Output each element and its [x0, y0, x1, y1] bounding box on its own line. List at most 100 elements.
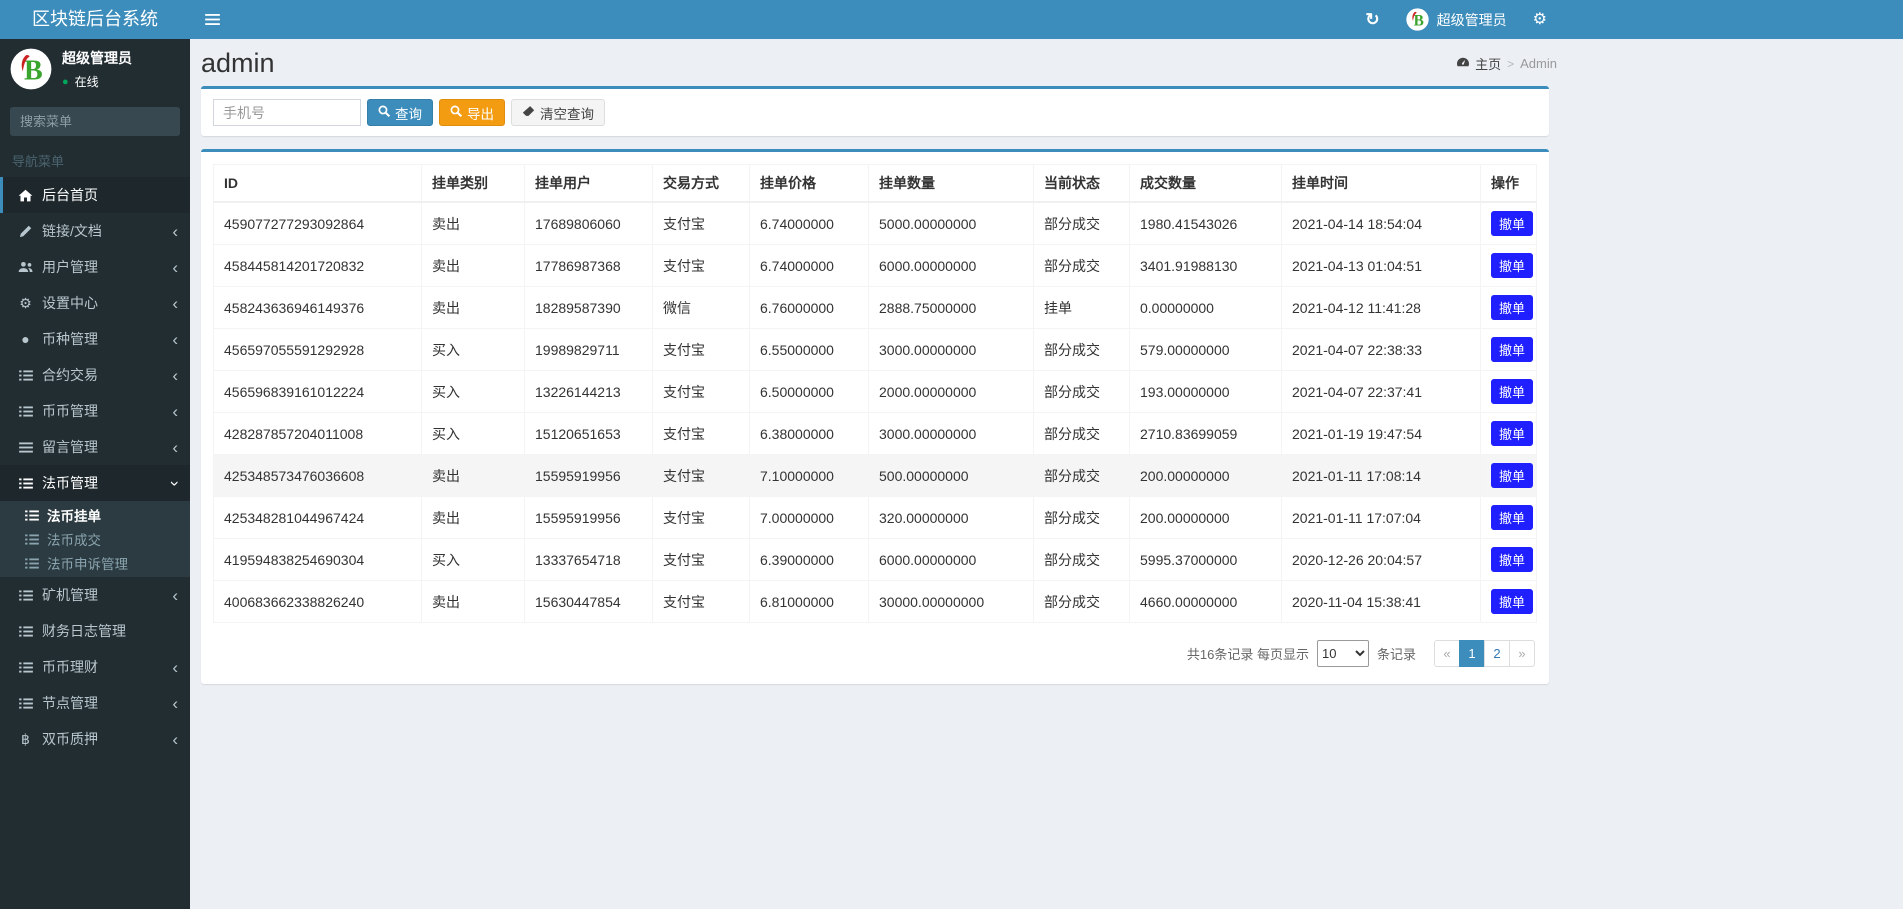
sidebar-item-miner-mgmt[interactable]: 矿机管理 ‹ — [0, 577, 190, 613]
table-cell: 458445814201720832 — [213, 244, 422, 287]
cancel-order-button[interactable]: 撤单 — [1491, 589, 1534, 614]
sidebar-item-label: 法币管理 — [42, 475, 98, 491]
table-cell: 6.74000000 — [749, 244, 869, 287]
hamburger-icon — [204, 12, 220, 28]
table-cell: 6.74000000 — [749, 201, 869, 245]
top-navbar: 区块链后台系统 ↻ B 超级管理员 ⚙ — [0, 0, 1903, 39]
cancel-order-button[interactable]: 撤单 — [1491, 463, 1534, 488]
filter-box: 查询 导出 清空查询 — [201, 86, 1549, 136]
sidebar-item-fiat-appeals[interactable]: 法币申诉管理 — [0, 551, 190, 575]
cancel-order-button[interactable]: 撤单 — [1491, 379, 1534, 404]
cancel-order-button[interactable]: 撤单 — [1491, 253, 1534, 278]
table-cell: 2021-04-12 11:41:28 — [1281, 286, 1481, 329]
table-cell: 456596839161012224 — [213, 370, 422, 413]
content-area: admin 主页 > Admin 查询 导出 — [190, 39, 1903, 909]
table-row: 458445814201720832 卖出 17786987368 支付宝 6.7400… — [213, 244, 1537, 287]
sidebar-item-user-mgmt[interactable]: 用户管理 ‹ — [0, 249, 190, 285]
sidebar-item-label: 留言管理 — [42, 439, 98, 455]
sidebar-item-fiat-mgmt[interactable]: 法币管理 ‹ — [0, 465, 190, 501]
table-row: 428287857204011008 买入 15120651653 支付宝 6.3800… — [213, 412, 1537, 455]
chevron-left-icon: ‹ — [172, 401, 178, 421]
table-cell: 2021-01-11 17:07:04 — [1281, 496, 1481, 539]
sidebar-item-home[interactable]: 后台首页 — [0, 177, 190, 213]
table-cell: 193.00000000 — [1129, 370, 1282, 413]
table-cell: 支付宝 — [652, 496, 750, 539]
menu-search-input[interactable] — [10, 107, 190, 136]
pager-prev[interactable]: « — [1434, 640, 1460, 667]
cancel-order-button[interactable]: 撤单 — [1491, 547, 1534, 572]
table-cell: 卖出 — [421, 580, 525, 623]
export-button[interactable]: 导出 — [439, 99, 505, 126]
table-cell: 15595919956 — [524, 454, 653, 497]
sidebar-item-settings-center[interactable]: ⚙ 设置中心 ‹ — [0, 285, 190, 321]
cancel-order-button[interactable]: 撤单 — [1491, 211, 1534, 236]
table-cell: 13226144213 — [524, 370, 653, 413]
app-brand[interactable]: 区块链后台系统 — [0, 0, 190, 39]
orders-table-box: ID 挂单类别 挂单用户 交易方式 挂单价格 挂单数量 当前状态 成交数量 挂单时间 操作 459… — [201, 149, 1549, 684]
phone-number-input[interactable] — [213, 99, 361, 126]
sidebar-item-coin-type-mgmt[interactable]: ● 币种管理 ‹ — [0, 321, 190, 357]
sidebar-item-finance-log-mgmt[interactable]: 财务日志管理 — [0, 613, 190, 649]
table-cell: 买入 — [421, 412, 525, 455]
table-row: 456596839161012224 买入 13226144213 支付宝 6.5000… — [213, 370, 1537, 413]
chevron-down-icon: ‹ — [163, 480, 183, 486]
search-icon — [450, 105, 463, 120]
table-cell: 500.00000000 — [868, 454, 1034, 497]
table-cell: 2020-12-26 20:04:57 — [1281, 538, 1481, 581]
chevron-left-icon: ‹ — [172, 329, 178, 349]
refresh-icon: ↻ — [1365, 9, 1380, 29]
column-header: 挂单类别 — [421, 164, 525, 203]
sidebar-toggle-button[interactable] — [190, 0, 234, 39]
cancel-order-button[interactable]: 撤单 — [1491, 505, 1534, 530]
table-cell: 部分成交 — [1033, 538, 1130, 581]
settings-button[interactable]: ⚙ — [1520, 0, 1560, 39]
table-cell: 支付宝 — [652, 370, 750, 413]
pager-page-1[interactable]: 1 — [1459, 640, 1485, 667]
table-cell: 320.00000000 — [868, 496, 1034, 539]
sidebar-item-label: 双币质押 — [42, 731, 98, 747]
list-icon — [15, 477, 36, 489]
list-icon — [15, 661, 36, 673]
breadcrumb-home-link[interactable]: 主页 — [1456, 54, 1501, 73]
per-page-select[interactable]: 10 — [1316, 640, 1369, 667]
table-cell: 2710.83699059 — [1129, 412, 1282, 455]
pager-next[interactable]: » — [1509, 640, 1535, 667]
column-header: 挂单价格 — [749, 164, 869, 203]
table-cell: 2021-01-11 17:08:14 — [1281, 454, 1481, 497]
sidebar-item-fiat-orders[interactable]: 法币挂单 — [0, 503, 190, 527]
sidebar-item-coin-finance[interactable]: 币币理财 ‹ — [0, 649, 190, 685]
table-cell: 6.38000000 — [749, 412, 869, 455]
list-icon — [15, 369, 36, 381]
clear-query-button[interactable]: 清空查询 — [511, 99, 605, 126]
table-cell-actions: 撤单 — [1480, 370, 1537, 413]
svg-text:B: B — [24, 56, 43, 87]
sidebar-item-links-docs[interactable]: 链接/文档 ‹ — [0, 213, 190, 249]
gears-icon: ⚙ — [1532, 10, 1547, 28]
sidebar-item-message-mgmt[interactable]: 留言管理 ‹ — [0, 429, 190, 465]
column-header: 成交数量 — [1129, 164, 1282, 203]
query-button[interactable]: 查询 — [367, 99, 433, 126]
table-cell: 部分成交 — [1033, 201, 1130, 245]
sidebar-item-label: 后台首页 — [42, 187, 98, 203]
table-cell: 支付宝 — [652, 328, 750, 371]
sidebar-item-fiat-deals[interactable]: 法币成交 — [0, 527, 190, 551]
table-cell: 挂单 — [1033, 286, 1130, 329]
table-cell: 卖出 — [421, 286, 525, 329]
sidebar-item-contract-trade[interactable]: 合约交易 ‹ — [0, 357, 190, 393]
sidebar-item-node-mgmt[interactable]: 节点管理 ‹ — [0, 685, 190, 721]
pager: «1 2» — [1434, 640, 1535, 667]
table-cell: 5000.00000000 — [868, 201, 1034, 245]
cancel-order-button[interactable]: 撤单 — [1491, 337, 1534, 362]
sidebar-item-coin-coin-mgmt[interactable]: 币币管理 ‹ — [0, 393, 190, 429]
user-menu[interactable]: B 超级管理员 — [1393, 0, 1520, 39]
cancel-order-button[interactable]: 撤单 — [1491, 421, 1534, 446]
refresh-button[interactable]: ↻ — [1352, 0, 1392, 39]
breadcrumb-separator: > — [1507, 56, 1515, 71]
table-cell-actions: 撤单 — [1480, 580, 1537, 623]
cancel-order-button[interactable]: 撤单 — [1491, 295, 1534, 320]
pencil-icon — [15, 225, 36, 238]
table-cell: 2021-04-14 18:54:04 — [1281, 201, 1481, 245]
sidebar-item-dual-coin-pledge[interactable]: ฿ 双币质押 ‹ — [0, 721, 190, 757]
pager-page-2[interactable]: 2 — [1484, 640, 1510, 667]
table-cell: 卖出 — [421, 201, 525, 245]
